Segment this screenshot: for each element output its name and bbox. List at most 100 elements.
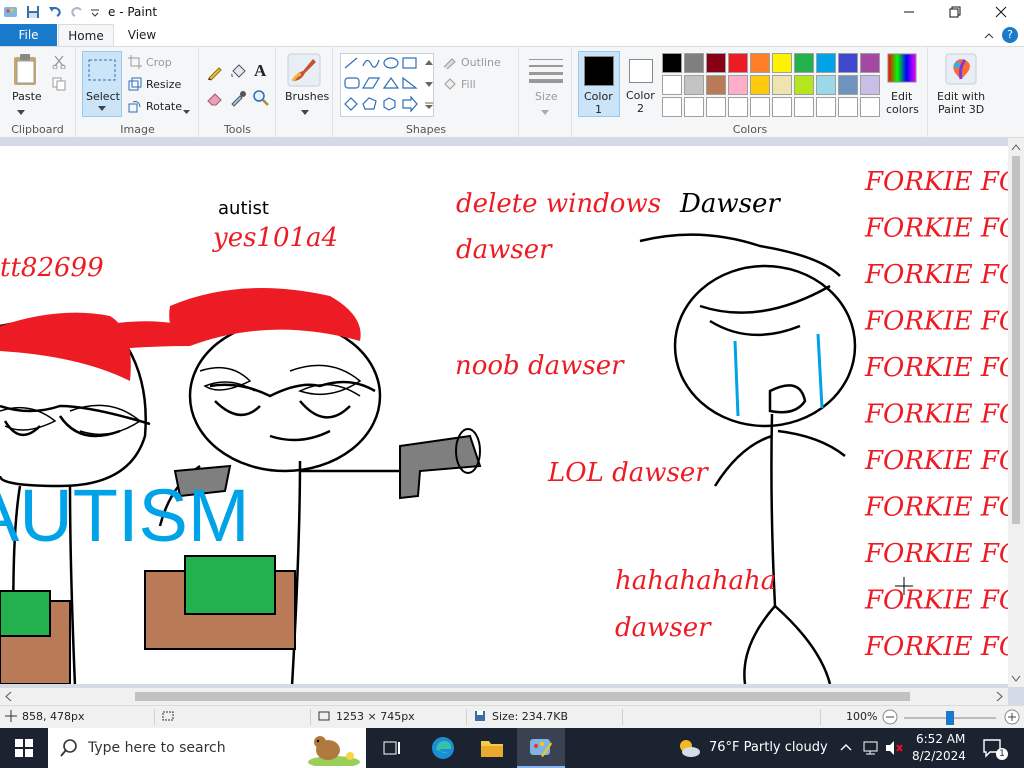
- file-size: Size: 234.7KB: [492, 710, 569, 723]
- brushes-dropdown-icon[interactable]: [301, 105, 309, 119]
- palette-swatch[interactable]: [860, 75, 880, 95]
- palette-swatch[interactable]: [706, 53, 726, 73]
- task-view-button[interactable]: [368, 728, 416, 768]
- palette-swatch[interactable]: [772, 53, 792, 73]
- color1-button[interactable]: Color 1: [578, 51, 620, 117]
- rotate-icon[interactable]: [128, 99, 142, 116]
- palette-swatch[interactable]: [794, 75, 814, 95]
- palette-swatch[interactable]: [838, 97, 858, 117]
- rotate-label[interactable]: Rotate: [146, 100, 182, 113]
- shapes-scroll-down-icon[interactable]: [425, 77, 433, 91]
- crop-label[interactable]: Crop: [146, 56, 172, 69]
- horizontal-scrollbar[interactable]: [0, 688, 1008, 705]
- magnifier-icon[interactable]: [252, 89, 270, 110]
- help-icon[interactable]: ?: [1002, 27, 1018, 43]
- size-icon[interactable]: [529, 57, 563, 86]
- palette-swatch[interactable]: [816, 75, 836, 95]
- undo-icon[interactable]: [44, 1, 66, 23]
- edit-colors-icon[interactable]: [885, 53, 919, 86]
- eraser-icon[interactable]: [206, 89, 224, 110]
- palette-swatch[interactable]: [838, 53, 858, 73]
- show-hidden-icons-icon[interactable]: [839, 740, 853, 758]
- palette-swatch[interactable]: [706, 75, 726, 95]
- volume-muted-icon[interactable]: [884, 740, 904, 760]
- taskbar-search-box[interactable]: Type here to search: [48, 728, 366, 768]
- clock-time[interactable]: 6:52 AM: [916, 732, 965, 746]
- drawing-canvas[interactable]: autist yes101a4 tt82699 delete windows D…: [0, 146, 1008, 684]
- file-explorer-icon[interactable]: [468, 728, 516, 768]
- zoom-out-button[interactable]: [882, 709, 898, 728]
- weather-icon[interactable]: [672, 728, 706, 768]
- rotate-dropdown-icon[interactable]: [183, 104, 190, 118]
- palette-swatch[interactable]: [816, 53, 836, 73]
- palette-swatch[interactable]: [728, 53, 748, 73]
- zoom-slider[interactable]: [904, 711, 996, 728]
- paste-button[interactable]: [12, 53, 40, 90]
- cut-icon[interactable]: [52, 55, 66, 72]
- shapes-more-icon[interactable]: [425, 99, 433, 113]
- text-tool-icon[interactable]: A: [252, 61, 270, 82]
- fill-icon[interactable]: [442, 77, 458, 94]
- select-button[interactable]: Select: [82, 51, 122, 117]
- paint3d-icon[interactable]: [945, 53, 977, 88]
- palette-swatch[interactable]: [794, 97, 814, 117]
- palette-swatch[interactable]: [860, 53, 880, 73]
- palette-swatch[interactable]: [838, 75, 858, 95]
- close-button[interactable]: [978, 0, 1024, 24]
- resize-icon[interactable]: [128, 77, 142, 94]
- palette-swatch[interactable]: [662, 97, 682, 117]
- shapes-gallery[interactable]: [340, 53, 434, 117]
- weather-text[interactable]: 76°F Partly cloudy: [709, 740, 828, 755]
- outline-icon[interactable]: [442, 55, 458, 72]
- text-haha: hahahahaha: [615, 566, 776, 596]
- palette-swatch[interactable]: [662, 53, 682, 73]
- shapes-scroll-up-icon[interactable]: [425, 55, 433, 69]
- paint-app-icon[interactable]: [0, 1, 22, 23]
- tab-view[interactable]: View: [114, 24, 170, 46]
- crop-icon[interactable]: [128, 55, 142, 72]
- palette-swatch[interactable]: [794, 53, 814, 73]
- tab-home[interactable]: Home: [58, 24, 114, 46]
- palette-swatch[interactable]: [728, 97, 748, 117]
- maximize-button[interactable]: [932, 0, 978, 24]
- color2-button[interactable]: Color 2: [623, 51, 659, 117]
- zoom-in-button[interactable]: [1004, 709, 1020, 728]
- palette-swatch[interactable]: [772, 75, 792, 95]
- palette-swatch[interactable]: [684, 53, 704, 73]
- outline-label[interactable]: Outline: [461, 56, 501, 69]
- money-left: [0, 590, 51, 637]
- network-icon[interactable]: [862, 740, 880, 760]
- palette-swatch[interactable]: [728, 75, 748, 95]
- palette-swatch[interactable]: [662, 75, 682, 95]
- brushes-icon[interactable]: [287, 53, 321, 90]
- minimize-button[interactable]: [886, 0, 932, 24]
- collapse-ribbon-icon[interactable]: [984, 29, 994, 43]
- fill-label[interactable]: Fill: [461, 78, 476, 91]
- resize-label[interactable]: Resize: [146, 78, 181, 91]
- palette-swatch[interactable]: [772, 97, 792, 117]
- save-icon[interactable]: [22, 1, 44, 23]
- color-picker-icon[interactable]: [229, 89, 247, 110]
- palette-swatch[interactable]: [860, 97, 880, 117]
- palette-swatch[interactable]: [750, 53, 770, 73]
- edge-icon[interactable]: [419, 728, 467, 768]
- paste-dropdown-icon[interactable]: [17, 105, 25, 119]
- start-button[interactable]: [0, 728, 48, 768]
- palette-swatch[interactable]: [750, 97, 770, 117]
- paint-taskbar-icon[interactable]: [517, 728, 565, 768]
- palette-swatch[interactable]: [816, 97, 836, 117]
- palette-swatch[interactable]: [684, 97, 704, 117]
- palette-swatch[interactable]: [750, 75, 770, 95]
- copy-icon[interactable]: [52, 77, 66, 94]
- size-dropdown-icon[interactable]: [541, 105, 549, 119]
- vertical-scrollbar[interactable]: [1008, 138, 1024, 687]
- tab-file[interactable]: File: [0, 24, 57, 46]
- customize-qat-icon[interactable]: [88, 1, 102, 23]
- palette-swatch[interactable]: [706, 97, 726, 117]
- palette-swatch[interactable]: [684, 75, 704, 95]
- redo-icon[interactable]: [66, 1, 88, 23]
- fill-bucket-icon[interactable]: [229, 63, 247, 84]
- pencil-icon[interactable]: [206, 63, 224, 84]
- clock-date[interactable]: 8/2/2024: [912, 749, 966, 763]
- canvas-workspace: autist yes101a4 tt82699 delete windows D…: [0, 138, 1024, 705]
